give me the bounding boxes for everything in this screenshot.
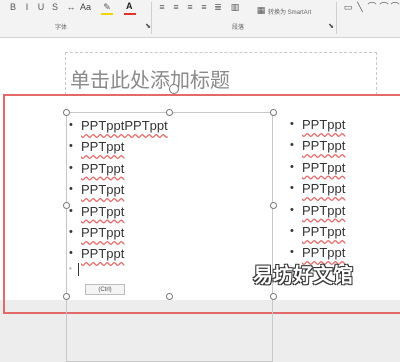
resize-handle-icon[interactable] xyxy=(270,293,277,300)
resize-handle-icon[interactable] xyxy=(166,293,173,300)
align-left-icon[interactable]: ≡ xyxy=(157,3,167,12)
bold-icon[interactable]: B xyxy=(8,3,18,12)
ribbon: B I U S ↔ Aa ✎ A 字体 ⬊ ≡ ≡ ≡ ≡ ≣ ▥ 段落 ▦ 转… xyxy=(0,0,400,38)
font-color-bar xyxy=(124,13,136,15)
title-placeholder[interactable]: 单击此处添加标题 xyxy=(65,52,377,95)
resize-handle-icon[interactable] xyxy=(63,109,70,116)
shape-curve-icon[interactable]: ⌒ xyxy=(367,3,377,12)
columns-icon[interactable]: ▥ xyxy=(230,3,240,12)
resize-handle-icon[interactable] xyxy=(63,293,70,300)
strikethrough-icon[interactable]: S xyxy=(50,3,60,12)
paragraph-dialog-launcher-icon[interactable]: ⬊ xyxy=(326,22,336,31)
align-center-icon[interactable]: ≡ xyxy=(171,3,181,12)
text-cursor xyxy=(78,263,79,276)
resize-handle-icon[interactable] xyxy=(270,109,277,116)
font-group-label: 字体 xyxy=(55,25,68,31)
ribbon-separator xyxy=(336,2,337,34)
italic-icon[interactable]: I xyxy=(22,3,32,12)
watermark: 易坊好文馆 xyxy=(253,265,353,287)
highlight-color-bar xyxy=(101,13,113,15)
convert-smartart-button[interactable]: 转换为 SmartArt xyxy=(268,7,311,16)
paste-options-button[interactable]: (Ctrl) xyxy=(85,284,125,295)
title-placeholder-text: 单击此处添加标题 xyxy=(70,70,230,92)
content-placeholder-left[interactable]: • PPTpptPPTppt • PPTppt • PPTppt • PPTppt • P… xyxy=(66,112,273,362)
font-color-button[interactable]: A xyxy=(126,1,133,11)
smartart-icon[interactable]: ▦ xyxy=(256,6,266,15)
change-case-button[interactable]: Aa xyxy=(80,2,91,12)
align-right-icon[interactable]: ≡ xyxy=(185,3,195,12)
shape-arc-icon[interactable]: ⌒ xyxy=(379,3,389,12)
resize-handle-icon[interactable] xyxy=(166,109,173,116)
resize-handle-icon[interactable] xyxy=(63,202,70,209)
char-spacing-icon[interactable]: ↔ xyxy=(66,3,76,12)
shape-line-icon[interactable]: ╲ xyxy=(355,3,365,12)
resize-handle-icon[interactable] xyxy=(270,202,277,209)
content-placeholder-right[interactable]: • PPTppt • PPTppt • PPTppt • PPTppt • PPTppt … xyxy=(290,112,400,362)
ribbon-separator xyxy=(151,2,152,34)
underline-icon[interactable]: U xyxy=(36,3,46,12)
distribute-icon[interactable]: ≣ xyxy=(213,3,223,12)
shape-more-icon[interactable]: ⌒ xyxy=(390,3,400,12)
justify-icon[interactable]: ≡ xyxy=(199,3,209,12)
empty-bullet: • xyxy=(69,264,72,273)
highlight-pen-icon[interactable]: ✎ xyxy=(102,3,112,12)
paragraph-group-label: 段落 xyxy=(232,25,245,31)
shape-rect-icon[interactable]: ▭ xyxy=(343,3,353,12)
rotate-handle-icon[interactable] xyxy=(169,84,179,94)
